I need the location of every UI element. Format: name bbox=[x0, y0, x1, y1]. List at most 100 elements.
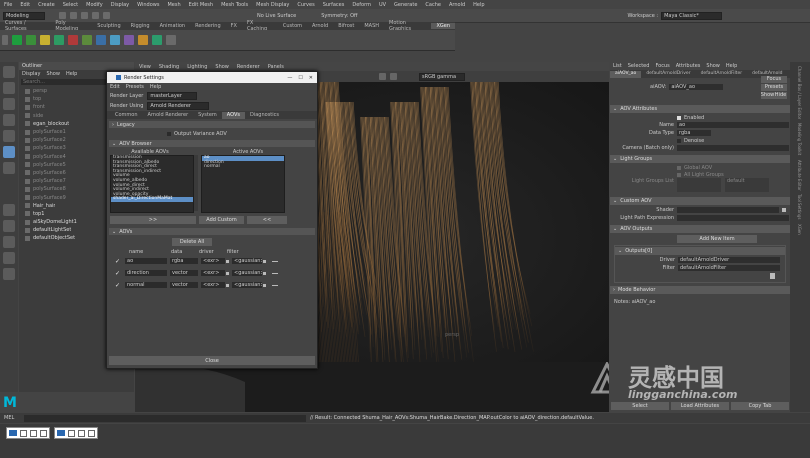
output-variance-checkbox[interactable] bbox=[167, 132, 171, 136]
light-group-default-box[interactable]: default bbox=[725, 178, 769, 192]
aov-name-field[interactable]: normal bbox=[125, 282, 167, 288]
side-tab-4[interactable]: XGen bbox=[797, 224, 802, 235]
paint-select-icon[interactable] bbox=[3, 98, 15, 110]
aov-filter-field[interactable]: <gaussian> bbox=[232, 258, 262, 264]
denoise-checkbox[interactable] bbox=[677, 138, 681, 143]
rotate-tool-icon[interactable] bbox=[3, 130, 15, 142]
viewport-menu-shading[interactable]: Shading bbox=[159, 64, 179, 70]
add-custom-button[interactable]: Add Custom bbox=[199, 216, 244, 224]
aov-enabled-check-icon[interactable]: ✓ bbox=[115, 282, 121, 289]
ae-menu-focus[interactable]: Focus bbox=[655, 63, 669, 69]
maximize-icon[interactable] bbox=[78, 429, 85, 437]
colorspace-dropdown[interactable]: sRGB gamma bbox=[419, 72, 465, 81]
load-attributes-button[interactable]: Load Attributes bbox=[671, 401, 729, 410]
ae-menu-help[interactable]: Help bbox=[726, 63, 737, 69]
symmetry-label[interactable]: Symmetry: Off bbox=[321, 13, 357, 19]
window-minimize-icon[interactable]: — bbox=[287, 75, 292, 81]
close-icon[interactable] bbox=[88, 429, 95, 437]
tab-common[interactable]: Common bbox=[110, 112, 143, 119]
scale-tool-icon[interactable] bbox=[3, 146, 15, 158]
shelf-tab-custom[interactable]: Custom bbox=[278, 23, 307, 29]
all-light-groups-checkbox[interactable] bbox=[677, 172, 681, 177]
aov-name-field[interactable]: direction bbox=[125, 270, 167, 276]
xgen-groom-icon[interactable] bbox=[54, 35, 64, 45]
menu-mesh-tools[interactable]: Mesh Tools bbox=[221, 2, 248, 8]
menu-help[interactable]: Help bbox=[473, 2, 484, 8]
aov-enabled-check-icon[interactable]: ✓ bbox=[115, 258, 121, 265]
available-aov-item[interactable]: shader_ai_DirectionMaMat bbox=[111, 197, 193, 202]
menu-surfaces[interactable]: Surfaces bbox=[323, 2, 345, 8]
node-name-field[interactable]: aiAOV_ao bbox=[669, 84, 724, 90]
xgen-density-icon[interactable] bbox=[110, 35, 120, 45]
menu-uv[interactable]: UV bbox=[379, 2, 386, 8]
side-tab-3[interactable]: Tool Settings bbox=[797, 194, 802, 219]
aov-driver-field[interactable]: <exr> bbox=[201, 282, 225, 288]
show-button[interactable]: Show bbox=[761, 91, 774, 99]
focus-button[interactable]: Focus bbox=[761, 75, 787, 83]
wireframe-icon[interactable] bbox=[379, 73, 386, 80]
ae-menu-attributes[interactable]: Attributes bbox=[676, 63, 701, 69]
data-type-dropdown[interactable]: rgba bbox=[677, 130, 711, 136]
lasso-tool-icon[interactable] bbox=[3, 82, 15, 94]
command-input[interactable] bbox=[24, 414, 306, 422]
shelf-tab-arnold[interactable]: Arnold bbox=[307, 23, 333, 29]
menu-select[interactable]: Select bbox=[63, 2, 78, 8]
enabled-checkbox[interactable] bbox=[677, 115, 681, 120]
window-maximize-icon[interactable]: ☐ bbox=[298, 75, 302, 81]
xgen-editor-icon[interactable] bbox=[12, 35, 22, 45]
driver-field[interactable]: defaultArnoldDriver bbox=[678, 257, 780, 263]
restore-icon[interactable] bbox=[68, 429, 75, 437]
shelf-tab-mash[interactable]: MASH bbox=[359, 23, 384, 29]
xgen-preview-icon[interactable] bbox=[166, 35, 176, 45]
shelf-tab-rendering[interactable]: Rendering bbox=[190, 23, 226, 29]
mode-behavior-frame[interactable]: › Mode Behavior bbox=[610, 286, 790, 294]
shelf-menu-icon[interactable] bbox=[2, 35, 8, 45]
save-scene-icon[interactable] bbox=[81, 12, 88, 19]
aov-outputs-frame[interactable]: ⌄ AOV Outputs bbox=[610, 225, 790, 233]
outliner-menu-help[interactable]: Help bbox=[66, 71, 77, 77]
active-aovs-list[interactable]: ao direction normal bbox=[201, 155, 285, 213]
graph-layout-icon[interactable] bbox=[3, 268, 15, 280]
aov-data-field[interactable]: vector bbox=[170, 282, 198, 288]
open-scene-icon[interactable] bbox=[70, 12, 77, 19]
xgen-clump-icon[interactable] bbox=[124, 35, 134, 45]
viewport-menu-renderer[interactable]: Renderer bbox=[237, 64, 260, 70]
window-close-icon[interactable]: ✕ bbox=[309, 75, 313, 81]
menu-mesh[interactable]: Mesh bbox=[167, 2, 180, 8]
side-tab-0[interactable]: Channel Box / Layer Editor bbox=[797, 66, 802, 119]
shader-field[interactable] bbox=[677, 207, 779, 213]
xgen-create-icon[interactable] bbox=[26, 35, 36, 45]
tab-aovs[interactable]: AOVs bbox=[221, 111, 245, 119]
delete-all-button[interactable]: Delete All bbox=[172, 238, 212, 246]
menu-set-dropdown[interactable]: Modeling bbox=[3, 11, 45, 20]
add-new-item-button[interactable]: Add New Item bbox=[677, 235, 757, 243]
select-tool-icon[interactable] bbox=[3, 66, 15, 78]
ae-tab-defaultarnolddriver[interactable]: defaultArnoldDriver bbox=[641, 71, 695, 78]
aovs-frame[interactable]: ⌄ AOVs bbox=[109, 228, 315, 235]
command-language[interactable]: MEL bbox=[4, 415, 24, 421]
ae-tab-aiaov_ao[interactable]: aiAOV_ao bbox=[610, 70, 642, 78]
menu-file[interactable]: File bbox=[4, 2, 12, 8]
lpe-field[interactable] bbox=[677, 215, 789, 221]
tab-system[interactable]: System bbox=[193, 112, 222, 119]
menu-edit-mesh[interactable]: Edit Mesh bbox=[189, 2, 213, 8]
available-aovs-list[interactable]: transmission transmission_albedo transmiss… bbox=[110, 155, 194, 213]
outputs-0-frame[interactable]: ⌄ Outputs[0] bbox=[615, 247, 785, 255]
menu-arnold[interactable]: Arnold bbox=[449, 2, 465, 8]
workspace-dropdown[interactable]: Maya Classic* bbox=[661, 11, 723, 20]
new-scene-icon[interactable] bbox=[59, 12, 66, 19]
filter-field[interactable]: defaultArnoldFilter bbox=[678, 265, 780, 271]
aov-driver-field[interactable]: <exr> bbox=[201, 258, 225, 264]
aov-driver-settings-icon[interactable] bbox=[226, 259, 229, 263]
live-surface-label[interactable]: No Live Surface bbox=[257, 13, 296, 19]
outliner-menu-display[interactable]: Display bbox=[22, 71, 40, 77]
aov-browser-frame[interactable]: ⌄ AOV Browser bbox=[109, 140, 315, 147]
aov-remove-icon[interactable] bbox=[272, 272, 278, 274]
aov-filter-field[interactable]: <gaussian> bbox=[232, 282, 262, 288]
side-tab-1[interactable]: Modeling Toolkit bbox=[797, 123, 802, 155]
move-tool-icon[interactable] bbox=[3, 114, 15, 126]
aov-filter-settings-icon[interactable] bbox=[263, 259, 266, 263]
menu-modify[interactable]: Modify bbox=[86, 2, 103, 8]
ae-tab-defaultarnoldfilter[interactable]: defaultArnoldFilter bbox=[696, 71, 748, 78]
tab-arnold-renderer[interactable]: Arnold Renderer bbox=[143, 112, 194, 119]
